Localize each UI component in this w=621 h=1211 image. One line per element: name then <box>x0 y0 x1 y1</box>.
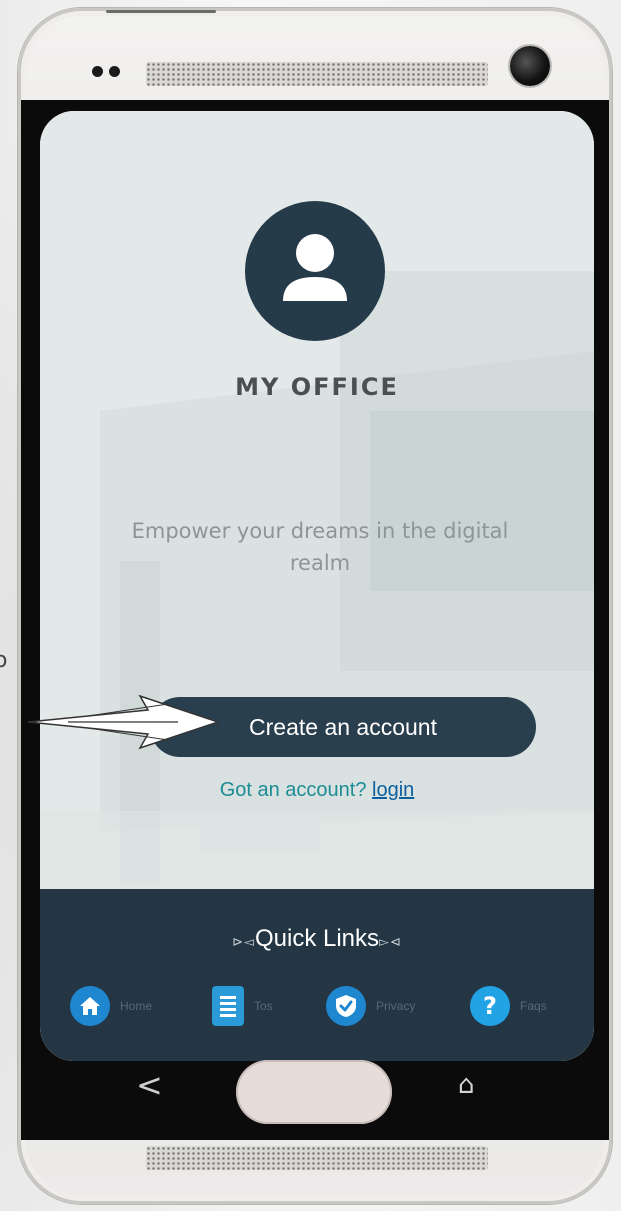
phone-top-edge <box>106 10 216 13</box>
quick-links-title: ⊳◅Quick Links▻⊲ <box>40 925 594 953</box>
question-icon: ? <box>470 986 510 1026</box>
quick-link-faqs[interactable]: ? Faqs <box>470 985 547 1027</box>
phone-frame: MY OFFICE Empower your dreams in the dig… <box>18 8 612 1204</box>
tagline: Empower your dreams in the digital realm <box>131 519 509 575</box>
question-glyph: ? <box>483 992 497 1020</box>
home-icon <box>70 986 110 1026</box>
home-nav-icon[interactable]: ⌂ <box>458 1070 475 1100</box>
quick-link-label: Faqs <box>520 999 547 1013</box>
back-icon[interactable]: < <box>136 1066 163 1104</box>
pointer-arrow-icon <box>28 694 218 750</box>
profile-avatar <box>245 201 385 341</box>
bottom-speaker-grille <box>146 1146 488 1170</box>
quick-link-label: Privacy <box>376 999 416 1013</box>
quick-links-panel: ⊳◅Quick Links▻⊲ Home Tos Privacy ? Faqs <box>40 889 594 1061</box>
front-camera <box>510 46 550 86</box>
top-speaker-grille <box>146 62 488 86</box>
user-icon <box>283 234 347 301</box>
sensor-dots <box>92 66 120 77</box>
ornament-left-icon: ⊳◅ <box>232 934 255 949</box>
login-link[interactable]: login <box>372 779 414 801</box>
login-prompt-text: Got an account? <box>219 779 367 801</box>
login-prompt: Got an account? login <box>40 779 594 802</box>
quick-link-tos[interactable]: Tos <box>212 985 273 1027</box>
ornament-right-icon: ▻⊲ <box>379 934 402 949</box>
app-title: MY OFFICE <box>235 373 399 401</box>
quick-link-privacy[interactable]: Privacy <box>326 985 415 1027</box>
app-screen: MY OFFICE Empower your dreams in the dig… <box>40 111 594 1061</box>
quick-link-label: Tos <box>254 999 273 1013</box>
document-icon <box>212 986 244 1026</box>
background-edge-text: o <box>0 648 8 673</box>
quick-link-label: Home <box>120 999 153 1013</box>
quick-link-home[interactable]: Home <box>70 985 152 1027</box>
shield-check-icon <box>326 986 366 1026</box>
quick-links-title-text: Quick Links <box>254 925 380 952</box>
home-button[interactable] <box>236 1060 392 1124</box>
